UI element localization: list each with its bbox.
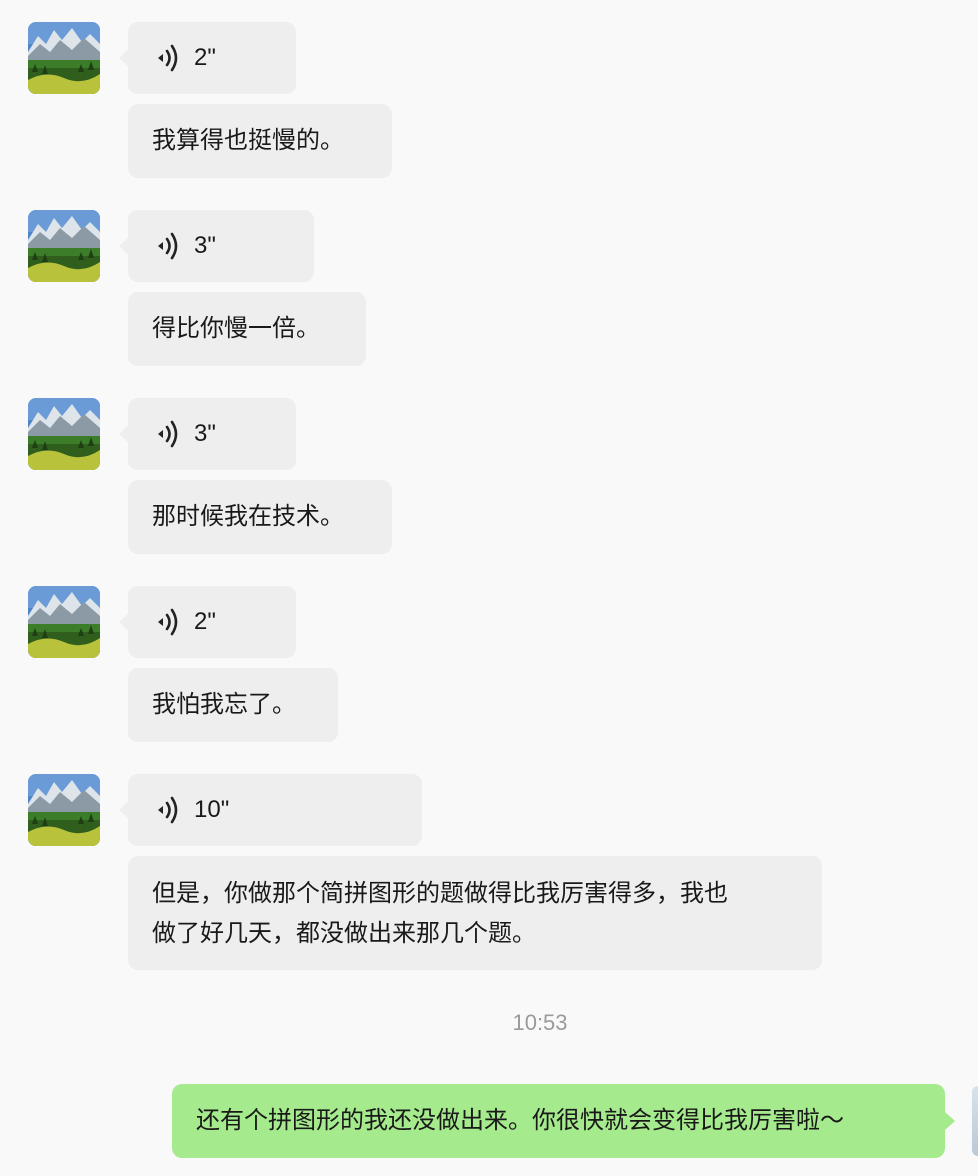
timestamp: 10:53 [512,1010,568,1035]
text-message-bubble[interactable]: 那时候我在技术。 [128,480,392,554]
text-message-bubble[interactable]: 但是，你做那个简拼图形的题做得比我厉害得多，我也 做了好几天，都没做出来那几个题… [128,856,822,970]
voice-duration: 2" [194,44,216,71]
avatar[interactable] [28,586,100,658]
voice-message-bubble[interactable]: 2" [119,22,296,94]
voice-message-bubble[interactable]: 3" [119,398,296,470]
voice-wave-icon [156,419,182,449]
mountain-landscape-avatar-icon [28,22,100,94]
voice-duration: 3" [194,420,216,447]
avatar[interactable] [28,22,100,94]
voice-message-bubble[interactable]: 3" [119,210,314,282]
avatar[interactable] [28,398,100,470]
text-message-bubble[interactable]: 得比你慢一倍。 [128,292,366,366]
mountain-landscape-avatar-icon [28,586,100,658]
my-avatar[interactable] [972,1086,978,1156]
voice-wave-icon [156,231,182,261]
mountain-landscape-avatar-icon [28,774,100,846]
voice-message-bubble[interactable]: 2" [119,586,296,658]
avatar[interactable] [28,774,100,846]
voice-wave-icon [156,607,182,637]
voice-duration: 3" [194,232,216,259]
voice-duration: 10" [194,796,230,823]
voice-duration: 2" [194,608,216,635]
voice-wave-icon [156,43,182,73]
text-message-bubble[interactable]: 我算得也挺慢的。 [128,104,392,178]
mountain-landscape-avatar-icon [28,398,100,470]
voice-message-bubble[interactable]: 10" [119,774,422,846]
outgoing-message-bubble[interactable]: 还有个拼图形的我还没做出来。你很快就会变得比我厉害啦～ [172,1084,955,1158]
mountain-landscape-avatar-icon [28,210,100,282]
text-line: 但是，你做那个简拼图形的题做得比我厉害得多，我也 [152,880,728,907]
text-message-bubble[interactable]: 我怕我忘了。 [128,668,338,742]
text-line: 做了好几天，都没做出来那几个题。 [152,920,536,947]
voice-wave-icon [156,795,182,825]
avatar[interactable] [28,210,100,282]
